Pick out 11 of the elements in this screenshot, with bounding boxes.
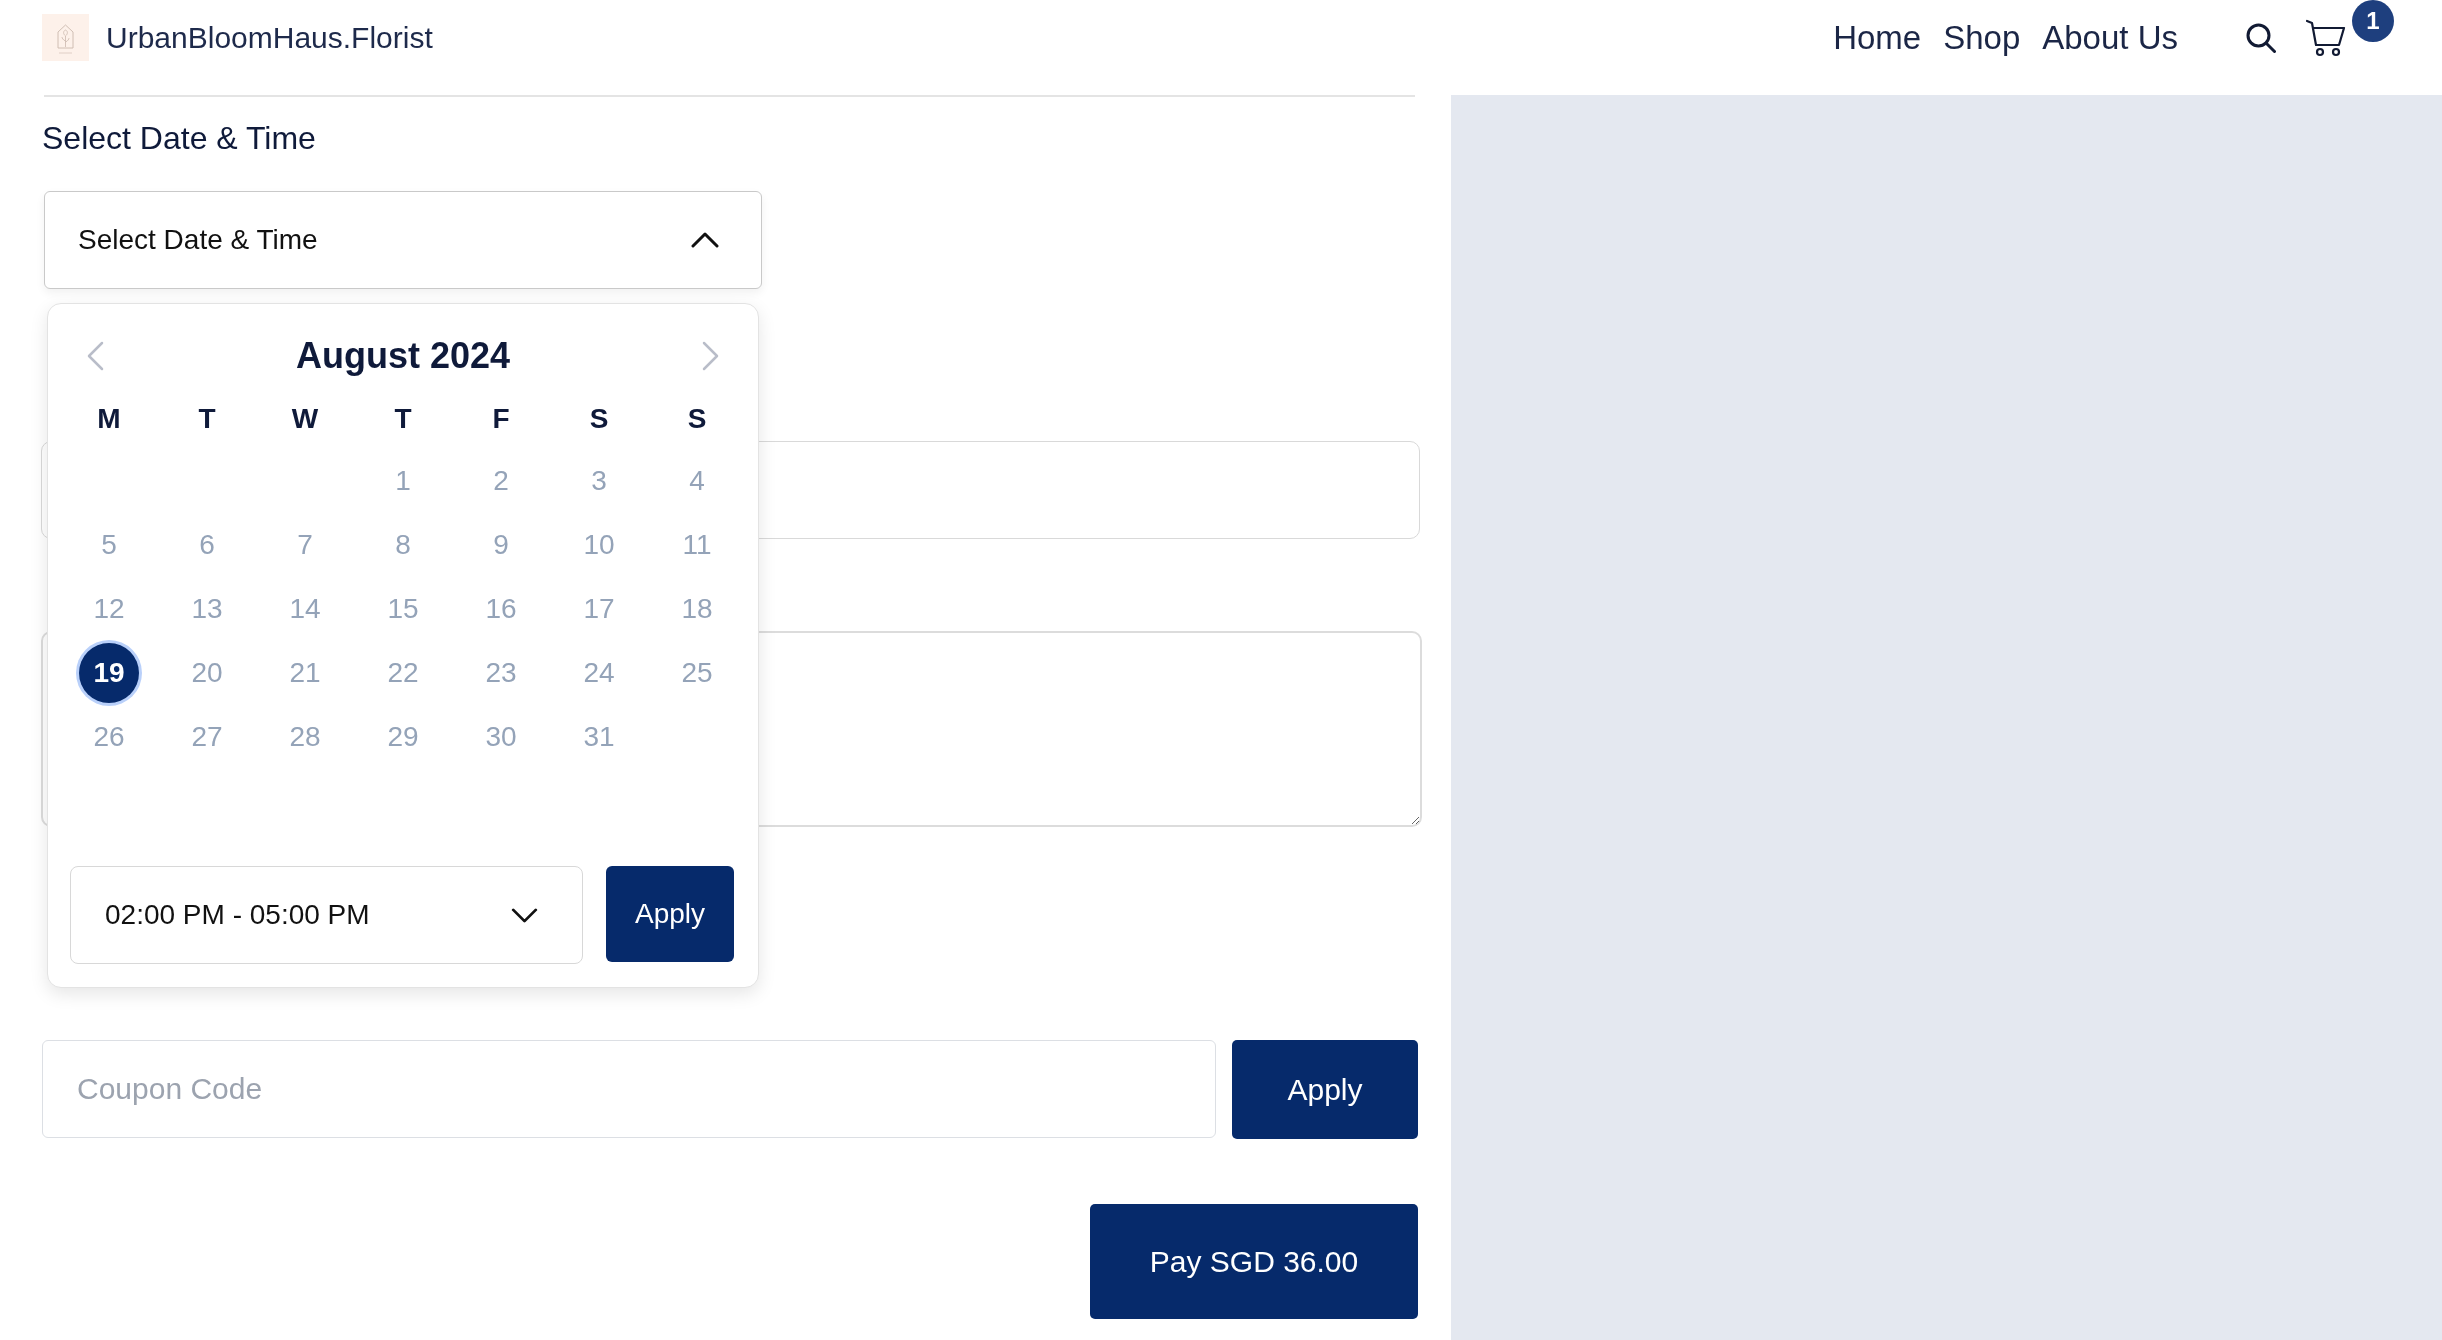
weekday-label: T — [198, 403, 216, 435]
brand-name: UrbanBloomHaus.Florist — [106, 20, 433, 55]
weekday-label: F — [492, 403, 510, 435]
cart-count-badge: 1 — [2352, 0, 2394, 42]
weekday-label: S — [687, 403, 707, 435]
section-label: Select Date & Time — [42, 119, 316, 158]
weekday-label: M — [97, 403, 121, 435]
weekday-label: T — [394, 403, 412, 435]
weekday-label: W — [291, 403, 319, 435]
month-title: August 2024 — [295, 335, 511, 377]
weekday-label: S — [589, 403, 609, 435]
